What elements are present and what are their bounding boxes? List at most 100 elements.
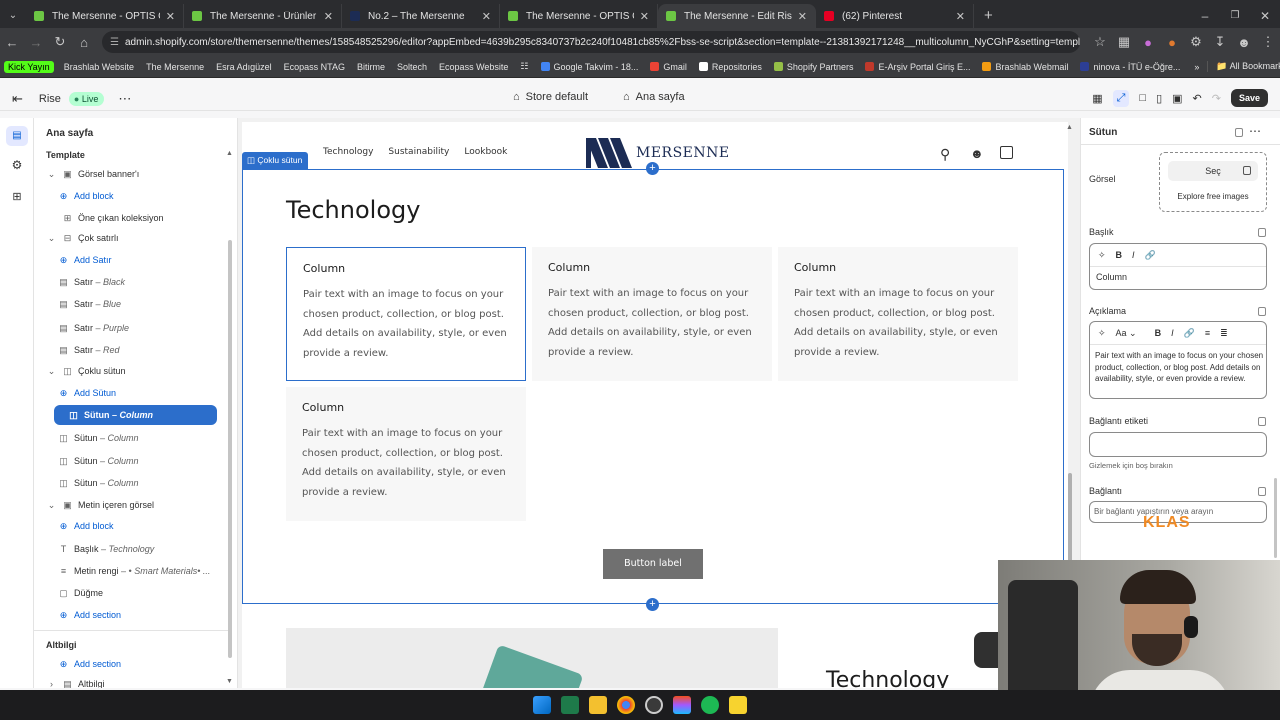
sidebar-section-item[interactable]: ⌄ ⊟ Çok satırlı [46,228,119,248]
download-icon[interactable]: ↧ [1208,34,1232,50]
bookmark-item[interactable]: Soltech [391,62,433,72]
section-heading[interactable]: Technology [286,196,420,224]
forward-icon[interactable]: → [24,35,48,50]
all-bookmarks-link[interactable]: 📁 All Bookmarks [1207,61,1280,72]
bookmarks-more-icon[interactable]: » [1186,62,1207,72]
description-db-icon[interactable] [1258,307,1266,316]
column-card[interactable]: Column Pair text with an image to focus o… [286,247,526,381]
sticky-notes-icon[interactable] [729,696,747,714]
sidebar-scroll-down-icon[interactable]: ▼ [226,678,233,685]
add-item-button[interactable]: ⊕ Add block [58,516,114,536]
extensions-puzzle-icon[interactable]: ⚙ [1184,34,1208,50]
text-style-icon[interactable]: Aa ⌄ [1116,328,1137,339]
numbered-list-icon[interactable]: ≣ [1220,328,1228,339]
add-item-button[interactable]: ⊕ Add block [58,186,114,206]
bookmark-item[interactable]: The Mersenne [140,62,210,72]
bookmark-item[interactable]: Repositories [693,62,768,72]
bookmark-item[interactable]: Gmail [644,62,693,72]
exit-icon[interactable]: ⇤ [12,91,23,107]
bullet-list-icon[interactable]: ≡ [1205,328,1210,339]
heading-db-icon[interactable] [1258,228,1266,237]
bookmark-item[interactable]: Brashlab Webmail [976,62,1074,72]
panel-more-icon[interactable]: ⋯ [1249,124,1261,138]
sidebar-block-item[interactable]: ▤ Satır – Purple [58,318,129,338]
panel-scrollbar[interactable] [1274,478,1277,558]
browser-menu-icon[interactable]: ⋮ [1256,34,1280,50]
spotify-icon[interactable] [701,696,719,714]
desc-italic-icon[interactable]: I [1171,328,1174,339]
sidebar-block-item[interactable]: ◫ Sütun – Column [54,405,217,425]
theme-settings-icon[interactable]: ⚙ [6,158,28,172]
sidebar-block-item[interactable]: ◫ Sütun – Column [58,428,138,448]
sidebar-block-item[interactable]: ◫ Sütun – Column [58,473,138,493]
bookmark-item[interactable]: Ecopass NTAG [278,62,351,72]
browser-tab[interactable]: (62) Pinterest ✕ [816,4,974,28]
tab-search-icon[interactable]: ⌄ [0,4,26,28]
tab-close-icon[interactable]: ✕ [324,10,333,23]
store-logo[interactable]: MERSENNE [586,138,730,168]
browser-tab[interactable]: The Mersenne - OPTIS Color Sw ✕ [26,4,184,28]
insert-section-top-icon[interactable]: + [646,162,659,175]
account-icon[interactable]: ☻ [970,146,984,161]
desktop-view-icon[interactable]: □ [1139,92,1146,104]
nav-link[interactable]: Technology [323,147,373,157]
browser-tab[interactable]: The Mersenne - OPTIS Color Sw ✕ [500,4,658,28]
minimize-icon[interactable]: – [1190,4,1220,28]
more-actions-icon[interactable]: ⋯ [118,91,131,107]
extension-orange-icon[interactable]: ● [1160,35,1184,50]
italic-icon[interactable]: I [1132,250,1135,261]
next-section-heading[interactable]: Technology [826,668,949,688]
undo-icon[interactable]: ↶ [1193,92,1202,105]
desc-bold-icon[interactable]: B [1155,328,1162,339]
sidebar-block-item[interactable]: T Başlık – Technology [58,539,154,559]
sidebar-section-item[interactable]: ⌄ ▣ Görsel banner'ı [46,164,140,184]
sidebar-scroll-up-icon[interactable]: ▲ [226,150,233,157]
obs-icon[interactable] [645,696,663,714]
bookmark-item[interactable]: ninova - İTÜ e-Öğre... [1074,62,1186,72]
apps-grid-icon[interactable]: ☷ [514,61,534,72]
nav-link[interactable]: Lookbook [464,147,507,157]
tab-close-icon[interactable]: ✕ [640,10,649,23]
home-icon[interactable]: ⌂ [72,35,96,50]
close-window-icon[interactable]: ✕ [1250,4,1280,28]
store-selector[interactable]: ⌂ Store default [513,91,588,103]
bold-icon[interactable]: B [1116,250,1123,261]
description-input[interactable]: Pair text with an image to focus on your… [1095,350,1265,385]
site-info-icon[interactable]: ☰ [110,37,119,48]
app-icon-green[interactable] [561,696,579,714]
start-icon[interactable] [533,696,551,714]
bookmark-item[interactable]: Brashlab Website [58,62,140,72]
chevron-down-icon[interactable]: ⌄ [46,169,57,180]
nav-link[interactable]: Sustainability [388,147,449,157]
browser-tab[interactable]: The Mersenne - Ürünler - No.2 ✕ [184,4,342,28]
column-card[interactable]: Column Pair text with an image to focus o… [286,387,526,521]
browser-tab[interactable]: The Mersenne - Edit Rise - Shop ✕ [658,4,816,28]
extension-color-icon[interactable]: ● [1136,35,1160,50]
chrome-icon[interactable] [617,696,635,714]
bookmark-item[interactable]: Shopify Partners [768,62,860,72]
footer-add-section[interactable]: ⊕ Add section [58,654,121,674]
inspector-icon[interactable]: ⤢ [1112,89,1130,107]
chevron-down-icon[interactable]: ⌄ [46,233,57,244]
panel-db-icon[interactable] [1235,128,1243,137]
bookmark-item[interactable]: Google Takvim - 18... [535,62,645,72]
new-tab-button[interactable]: + [974,4,1003,28]
explore-images-link[interactable]: Explore free images [1160,192,1266,201]
footer-section-item[interactable]: › ▤ Altbilgi [46,674,105,689]
column-card[interactable]: Column Pair text with an image to focus o… [532,247,772,381]
restore-icon[interactable]: ❐ [1220,4,1250,28]
heading-input[interactable]: Column [1096,272,1127,282]
tab-close-icon[interactable]: ✕ [166,10,175,23]
tab-close-icon[interactable]: ✕ [482,10,491,23]
cart-icon[interactable] [1000,146,1013,159]
link-icon[interactable]: 🔗 [1145,250,1156,261]
app-embeds-icon[interactable]: ⊞ [6,190,28,203]
profile-avatar-icon[interactable]: ☻ [1232,35,1256,50]
sidebar-section-item[interactable]: ⊞ Öne çıkan koleksiyon [46,208,164,228]
search-icon[interactable]: ⚲ [940,146,950,163]
tab-close-icon[interactable]: ✕ [956,10,965,23]
sidebar-block-item[interactable]: ▤ Satır – Black [58,272,125,292]
chevron-down-icon[interactable]: ⌄ [46,500,57,511]
magic-icon[interactable]: ✧ [1098,250,1106,261]
sidebar-section-item[interactable]: ⌄ ▣ Metin içeren görsel [46,495,154,515]
